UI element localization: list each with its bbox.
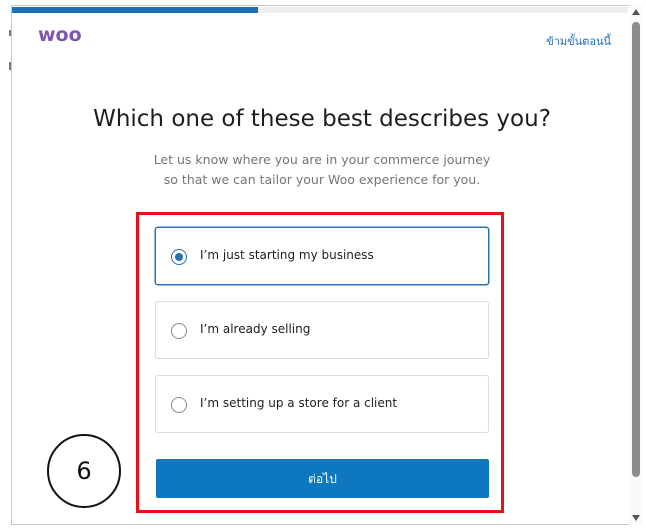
vertical-scrollbar[interactable] <box>629 5 643 525</box>
progress-bar <box>12 7 628 13</box>
scroll-down-arrow-icon[interactable] <box>632 515 640 521</box>
skip-step-link[interactable]: ข้ามขั้นตอนนี้ <box>546 32 611 50</box>
scroll-up-arrow-icon[interactable] <box>632 9 640 15</box>
woo-logo: woo <box>38 24 82 46</box>
annotation-highlight-box <box>136 212 504 513</box>
left-window-edge <box>0 0 11 529</box>
page-subtitle: Let us know where you are in your commer… <box>100 150 544 190</box>
progress-bar-fill <box>12 7 259 13</box>
subtitle-line-2: so that we can tailor your Woo experienc… <box>163 172 481 187</box>
step-number-badge: 6 <box>47 434 121 508</box>
subtitle-line-1: Let us know where you are in your commer… <box>153 152 491 167</box>
page-title: Which one of these best describes you? <box>93 106 551 132</box>
svg-text:woo: woo <box>38 24 82 46</box>
scrollbar-thumb[interactable] <box>632 22 640 477</box>
